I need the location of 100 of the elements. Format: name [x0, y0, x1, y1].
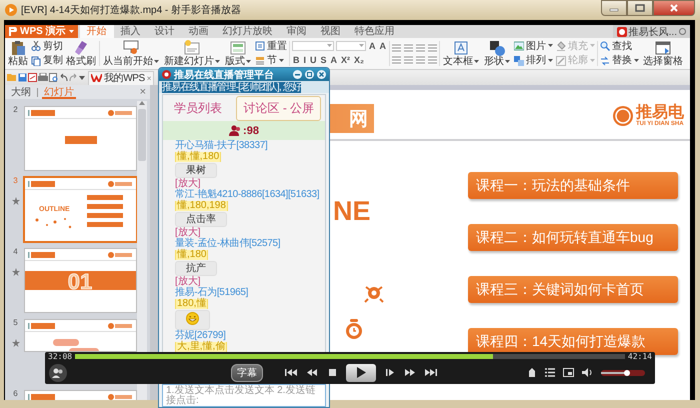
maximize-button[interactable] — [305, 70, 314, 79]
previous-icon — [285, 368, 297, 377]
message-bubble: 果树 — [175, 163, 217, 178]
print-icon[interactable] — [38, 73, 48, 82]
font-size-button[interactable]: A — [368, 40, 376, 52]
enlarge-link[interactable]: [放大] — [175, 277, 201, 287]
minimize-button[interactable] — [293, 70, 302, 79]
panel-splitter[interactable] — [150, 85, 158, 400]
stop-button[interactable] — [327, 368, 337, 377]
minimize-button[interactable] — [601, 0, 627, 16]
fast-forward-button[interactable] — [404, 368, 416, 377]
volume-slider[interactable] — [601, 370, 645, 376]
users-icon — [49, 364, 67, 382]
text-style-button[interactable]: B — [292, 55, 300, 66]
section-button[interactable]: 节 — [255, 54, 287, 68]
font-name-field[interactable] — [292, 41, 334, 52]
font-size-field[interactable] — [336, 41, 366, 52]
dropdown-icon[interactable] — [79, 76, 85, 80]
course-label: 课程三：关键词如何卡首页 — [468, 276, 678, 303]
selection-pane-button[interactable]: 选择窗格 — [642, 39, 684, 68]
text-style-button[interactable]: I — [302, 55, 308, 66]
caret-icon — [327, 44, 332, 48]
undo-icon[interactable] — [59, 73, 68, 82]
enlarge-link[interactable]: [放大] — [175, 228, 201, 238]
play-button[interactable] — [346, 364, 376, 382]
progress-bar[interactable] — [75, 354, 625, 359]
font-size-button[interactable]: A — [378, 40, 387, 52]
ribbon-tab[interactable]: 动画 — [182, 25, 216, 38]
enlarge-link[interactable]: [放大] — [175, 179, 201, 189]
step-forward-button[interactable] — [385, 368, 395, 377]
reset-button[interactable]: 重置 — [255, 39, 287, 54]
slide-number: 4 — [13, 248, 18, 256]
chat-tab[interactable]: 讨论区 - 公屏 — [236, 96, 322, 120]
caret-icon — [279, 58, 284, 63]
window-mode-button[interactable] — [563, 368, 574, 377]
paint-bucket-icon — [556, 41, 566, 52]
text-style-button[interactable]: X² — [340, 55, 352, 66]
rewind-icon — [306, 368, 318, 377]
replace-button[interactable]: 替换 — [600, 54, 639, 68]
text-style-button[interactable]: A — [330, 55, 338, 66]
ribbon-tab[interactable]: 审阅 — [280, 25, 314, 38]
ribbon-tab[interactable]: 视图 — [314, 25, 348, 38]
next-button[interactable] — [425, 368, 437, 377]
shape-button[interactable]: 形状 — [483, 39, 511, 68]
subtitle-button[interactable]: 字幕 — [231, 364, 263, 382]
pen-icon — [556, 56, 566, 66]
user-tags: 懂,180 — [175, 250, 208, 260]
slide-thumbnail[interactable] — [24, 106, 137, 171]
close-button[interactable] — [653, 0, 695, 16]
find-button[interactable]: 查找 — [600, 39, 639, 54]
account-button[interactable]: 推易长风... — [612, 25, 690, 38]
shapes-icon — [489, 40, 505, 56]
save-icon[interactable] — [18, 73, 27, 82]
user-tags: 大,里,懂,偷 — [175, 342, 228, 352]
caret-icon — [548, 44, 553, 48]
user-tags: 懂,180,198 — [175, 201, 228, 211]
scrollbar-thumb[interactable] — [138, 109, 146, 161]
align-left-icon — [392, 56, 401, 64]
print-preview-icon[interactable] — [49, 73, 58, 82]
online-count: :98 — [243, 124, 259, 136]
elapsed-time: 32:08 — [48, 352, 72, 361]
text-style-button[interactable]: S — [320, 55, 328, 66]
caret-icon — [634, 58, 639, 63]
align-right-icon — [416, 56, 425, 64]
export-pdf-icon[interactable] — [28, 73, 37, 82]
maximize-icon — [306, 71, 313, 78]
rewind-button[interactable] — [306, 368, 318, 377]
volume-thumb[interactable] — [624, 370, 630, 376]
playlist-button[interactable] — [545, 368, 555, 377]
text-style-button[interactable]: X₂ — [353, 55, 366, 66]
ribbon-tab[interactable]: 插入 — [114, 25, 148, 38]
picture-button[interactable]: 图片 — [514, 39, 553, 54]
arrange-button[interactable]: 排列 — [514, 54, 553, 68]
format-painter-button[interactable]: 格式刷 — [65, 39, 97, 68]
ribbon-tab[interactable]: 幻灯片放映 — [216, 25, 280, 38]
paste-button[interactable]: 粘贴 — [7, 39, 29, 68]
caret-icon — [590, 44, 595, 48]
stop-icon — [327, 368, 337, 377]
panel-tab[interactable]: 大纲 — [9, 85, 33, 99]
copy-button[interactable]: 复制 — [31, 54, 63, 68]
user-name: 推易-石为[51965] — [175, 288, 248, 298]
text-style-button[interactable]: U — [309, 55, 318, 66]
maximize-button[interactable] — [627, 0, 653, 16]
ribbon-tab[interactable]: 特色应用 — [348, 25, 402, 38]
chat-tab[interactable]: 学员列表 — [166, 96, 229, 120]
ribbon-tab[interactable]: 设计 — [148, 25, 182, 38]
numbered-list-icon — [404, 44, 413, 52]
close-button[interactable]: × — [140, 86, 146, 98]
slide-heading: NE — [333, 196, 371, 227]
brand-logo-icon — [612, 105, 634, 127]
text-box-button[interactable]: 文本框 — [442, 39, 480, 68]
close-icon — [669, 4, 679, 12]
volume-button[interactable] — [582, 368, 593, 377]
users-button[interactable] — [49, 364, 67, 382]
cut-button[interactable]: 剪切 — [31, 39, 63, 54]
caret-icon — [474, 60, 479, 64]
document-tab[interactable]: 我的WPS × — [88, 70, 154, 84]
from-current-slide-button[interactable]: 从当前开始 — [102, 39, 160, 68]
close-button[interactable] — [317, 70, 326, 79]
previous-button[interactable] — [285, 368, 297, 377]
